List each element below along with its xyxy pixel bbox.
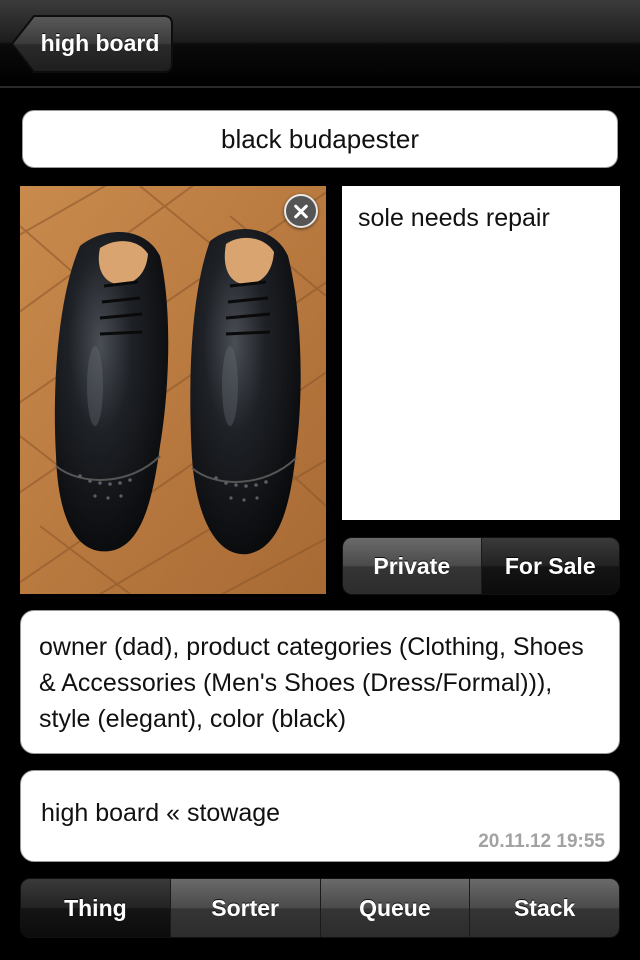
close-icon[interactable] [284,194,318,228]
location-path: high board « stowage [41,799,281,827]
item-note-field[interactable]: sole needs repair [342,186,620,520]
tab-sorter[interactable]: Sorter [169,879,320,937]
right-shoe [190,229,301,555]
visibility-segmented-control: Private For Sale [342,537,620,595]
tab-queue[interactable]: Queue [319,879,470,937]
back-button[interactable]: high board [10,14,174,74]
tab-thing[interactable]: Thing [21,879,170,937]
item-title-field[interactable]: black budapester [22,110,618,168]
timestamp: 20.11.12 19:55 [478,831,605,852]
bottom-tab-bar: Thing Sorter Queue Stack [20,878,620,938]
item-photo[interactable] [20,186,326,594]
back-button-label: high board [40,30,160,56]
item-location-field[interactable]: high board « stowage 20.11.12 19:55 [20,770,620,862]
navigation-bar: high board [0,0,640,88]
segment-private[interactable]: Private [343,538,481,594]
segment-for-sale[interactable]: For Sale [480,538,619,594]
item-tags-field[interactable]: owner (dad), product categories (Clothin… [20,610,620,754]
tab-stack[interactable]: Stack [469,879,619,937]
